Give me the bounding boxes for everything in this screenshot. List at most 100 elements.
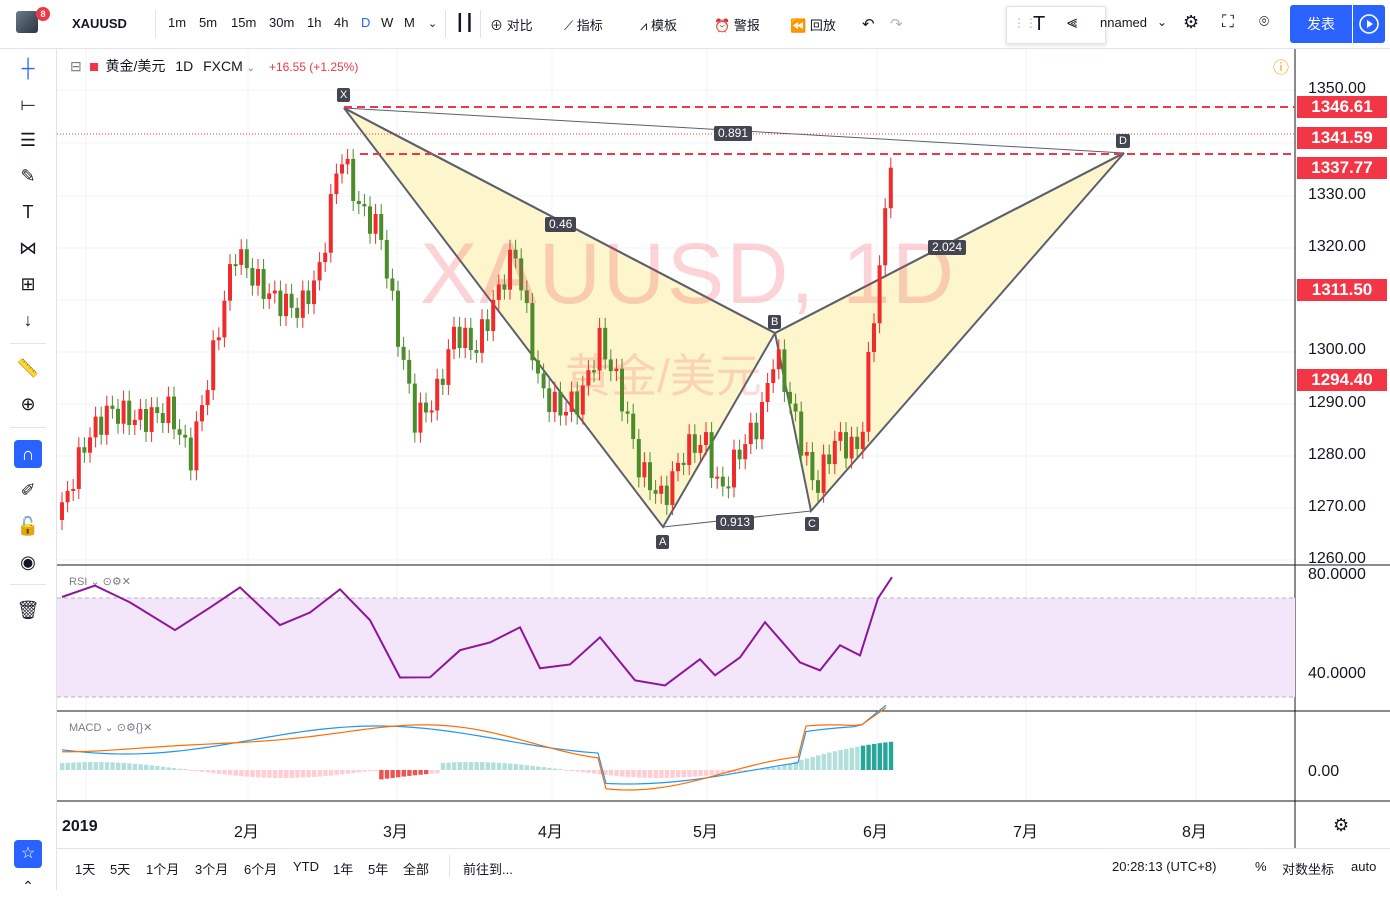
candle-body [328,194,333,253]
candle-body [720,476,725,487]
star-icon[interactable]: ☆ [14,840,42,868]
lock-drawing-icon[interactable]: ✐ [14,476,42,504]
layout-name[interactable]: nnamed [1100,15,1147,30]
macd-histogram-bar [200,770,205,772]
interval-15m[interactable]: 15m [231,15,256,30]
auto-toggle[interactable]: auto [1351,859,1376,874]
undo-icon[interactable]: ↶ [862,15,875,33]
macd-histogram-bar [446,762,451,770]
pattern-point-b[interactable]: B [768,315,782,329]
templates-button[interactable]: ⩘ 模板 [640,15,677,34]
range-1y[interactable]: 1年 [333,859,353,878]
range-3m[interactable]: 3个月 [195,859,228,878]
indicators-button[interactable]: ⟋ 指标 [564,15,603,34]
candle-body [306,290,311,305]
range-ytd[interactable]: YTD [293,859,319,874]
text-icon[interactable]: T [14,198,42,226]
publish-button[interactable]: 发表 [1290,5,1352,43]
magnet-icon[interactable]: ∩ [14,440,42,468]
macd-histogram-bar [804,758,810,770]
goto-date[interactable]: 前往到... [463,859,513,878]
gear-icon[interactable]: ⚙ [1333,815,1349,836]
zoom-in-icon[interactable]: ⊕ [14,390,42,418]
candle-body [872,323,876,353]
range-5d[interactable]: 5天 [110,859,130,878]
macd-histogram-bar [328,770,334,776]
percent-toggle[interactable]: % [1255,859,1267,874]
macd-histogram-bar [821,753,826,770]
pattern-point-a[interactable]: A [656,535,670,549]
candle-body [732,449,736,488]
rsi-level: 40.0000 [1308,665,1366,682]
pane-settings-icon[interactable]: ⌄ ⊙⚙✕ [90,576,131,588]
user-avatar[interactable] [16,11,38,33]
ruler-icon[interactable]: 📏 [14,354,42,382]
range-1d[interactable]: 1天 [75,859,95,878]
legend-title: 黄金/美元 [105,58,166,74]
text-tool-icon[interactable]: T [1033,13,1045,36]
candle-body [424,402,428,413]
chevron-down-icon[interactable]: ⌄ [1157,15,1167,29]
interval-W[interactable]: W [381,15,393,30]
range-1m[interactable]: 1个月 [146,859,179,878]
interval-M[interactable]: M [404,15,415,30]
candle-body [412,383,417,433]
interval-30m[interactable]: 30m [269,15,294,30]
main-chart[interactable] [57,49,1390,848]
trend-line-icon[interactable]: ⟝ [14,90,42,118]
eye-icon[interactable]: ◉ [14,548,42,576]
play-icon[interactable] [1353,5,1385,43]
divider [449,855,450,877]
candle-style-icon[interactable]: ┃┃ [455,13,474,33]
interval-D[interactable]: D [361,15,370,30]
pattern-point-x[interactable]: X [337,88,351,102]
fib-icon[interactable]: ☰ [14,126,42,154]
pane-settings-icon[interactable]: ⌄ ⊙⚙{}✕ [104,722,152,734]
interval-1m[interactable]: 1m [168,15,186,30]
chevron-down-icon[interactable]: ⌄ [247,63,255,74]
gear-icon[interactable]: ⚙ [1183,12,1199,33]
macd-histogram-bar [127,763,132,770]
pattern-point-d[interactable]: D [1116,134,1130,148]
macd-histogram-bar [838,749,843,770]
macd-histogram-bar [250,770,255,777]
compare-button[interactable]: ⊕ 对比 [490,15,533,34]
candle-body [636,438,641,478]
measure-icon[interactable]: ⊞ [14,270,42,298]
candle-body [648,462,652,491]
macd-histogram-bar [631,770,636,778]
candle-body [541,373,546,389]
macd-histogram-bar [390,770,395,778]
redo-icon[interactable]: ↷ [890,15,903,33]
crosshair-icon[interactable]: ┼ [14,54,42,82]
macd-histogram-bar [256,770,261,778]
interval-4h[interactable]: 4h [334,15,348,30]
arrow-down-icon[interactable]: ↓ [14,306,42,334]
pattern-ratio: 0.891 [714,126,753,141]
alert-button[interactable]: ⏰ 警报 [714,15,760,34]
replay-button[interactable]: ⏪ 回放 [790,15,836,34]
pattern-tool-icon[interactable]: ⫷ [1067,12,1077,33]
interval-1h[interactable]: 1h [307,15,321,30]
camera-icon[interactable]: ⌾ [1259,12,1269,32]
range-all[interactable]: 全部 [403,859,429,878]
warning-icon[interactable]: ⓘ [1273,54,1289,78]
chevron-up-icon[interactable]: ⌃ [14,872,42,900]
candle-body [737,449,742,460]
pattern-icon[interactable]: ⋈ [14,234,42,262]
interval-5m[interactable]: 5m [199,15,217,30]
trash-icon[interactable]: 🗑 [14,596,42,624]
clock[interactable]: 20:28:13 (UTC+8) [1112,859,1216,874]
lock-icon[interactable]: 🔓 [14,512,42,540]
range-6m[interactable]: 6个月 [244,859,277,878]
range-5y[interactable]: 5年 [368,859,388,878]
macd-histogram-bar [452,762,457,770]
chevron-down-icon[interactable]: ⌄ [428,17,437,30]
candle-body [65,490,70,503]
collapse-icon[interactable]: ⊟ [70,58,82,74]
log-toggle[interactable]: 对数坐标 [1282,859,1334,878]
symbol-search[interactable]: XAUUSD [72,16,127,31]
fullscreen-icon[interactable]: ⛶ [1222,12,1234,32]
pattern-point-c[interactable]: C [805,517,819,531]
brush-icon[interactable]: ✎ [14,162,42,190]
